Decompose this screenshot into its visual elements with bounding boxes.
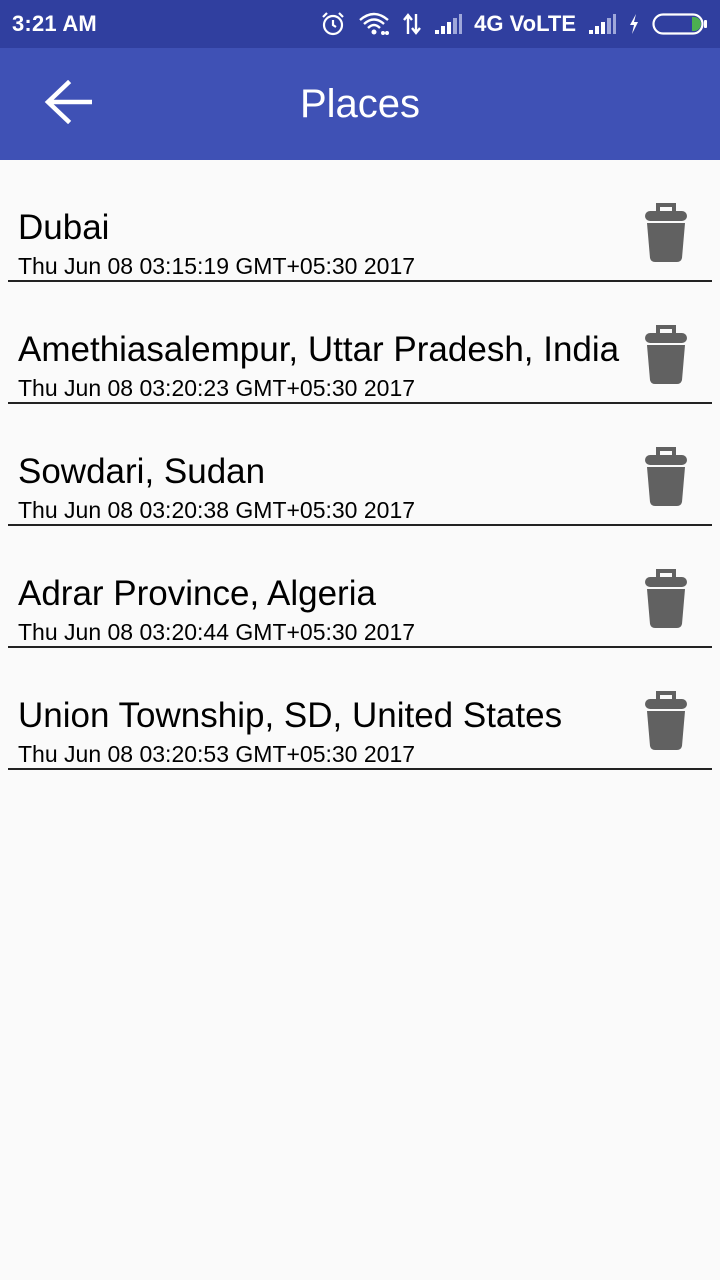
place-name: Amethiasalempur, Uttar Pradesh, India [18,330,620,369]
alarm-icon [320,11,346,37]
charging-icon [628,13,640,35]
delete-button[interactable] [642,446,690,512]
place-name: Adrar Province, Algeria [18,574,376,613]
places-list: Dubai Thu Jun 08 03:15:19 GMT+05:30 2017… [0,160,720,770]
signal-icon [434,13,463,35]
list-item[interactable]: Union Township, SD, United States Thu Ju… [8,648,712,770]
trash-icon [644,324,688,390]
delete-button[interactable] [642,202,690,268]
place-name: Dubai [18,208,110,247]
place-date: Thu Jun 08 03:20:38 GMT+05:30 2017 [18,497,416,523]
delete-button[interactable] [642,324,690,390]
list-item[interactable]: Adrar Province, Algeria Thu Jun 08 03:20… [8,526,712,648]
place-name: Sowdari, Sudan [18,452,266,491]
status-time: 3:21 AM [12,11,97,36]
battery-icon [652,12,708,36]
place-date: Thu Jun 08 03:15:19 GMT+05:30 2017 [18,253,416,279]
app-bar: Places [0,48,720,160]
place-date: Thu Jun 08 03:20:23 GMT+05:30 2017 [18,375,416,401]
data-arrows-icon [402,12,422,36]
delete-button[interactable] [642,568,690,634]
trash-icon [644,202,688,268]
wifi-icon [358,12,390,36]
trash-icon [644,446,688,512]
network-label: 4G VoLTE [474,11,576,36]
list-item[interactable]: Sowdari, Sudan Thu Jun 08 03:20:38 GMT+0… [8,404,712,526]
page-title: Places [299,81,421,126]
status-icons: 4G VoLTE [320,11,708,37]
delete-button[interactable] [642,690,690,756]
trash-icon [644,690,688,756]
place-date: Thu Jun 08 03:20:44 GMT+05:30 2017 [18,619,416,645]
signal-icon [588,13,616,35]
trash-icon [644,568,688,634]
list-item[interactable]: Dubai Thu Jun 08 03:15:19 GMT+05:30 2017 [8,160,712,282]
place-date: Thu Jun 08 03:20:53 GMT+05:30 2017 [18,741,416,767]
place-name: Union Township, SD, United States [18,696,563,735]
status-bar: 3:21 AM 4G VoLTE [0,0,720,48]
list-item[interactable]: Amethiasalempur, Uttar Pradesh, India Th… [8,282,712,404]
